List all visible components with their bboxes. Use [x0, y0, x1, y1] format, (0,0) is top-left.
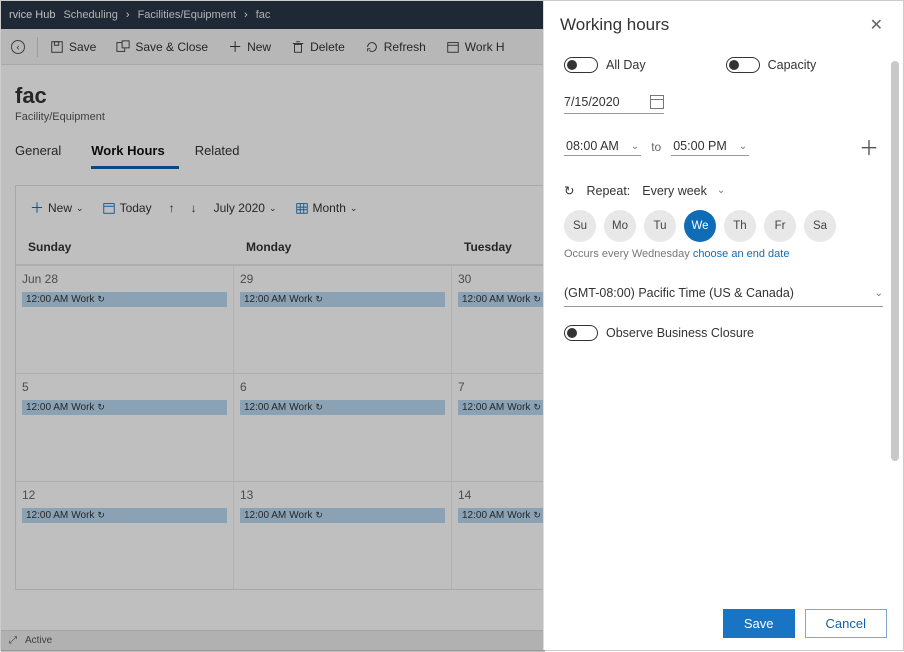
chevron-down-icon: ⌄: [350, 203, 358, 214]
day-fr[interactable]: Fr: [764, 210, 796, 242]
to-label: to: [651, 140, 661, 154]
choose-end-date-link[interactable]: choose an end date: [693, 248, 790, 260]
new-button[interactable]: ＋ New: [218, 37, 281, 57]
day-mo[interactable]: Mo: [604, 210, 636, 242]
to-time-input[interactable]: 05:00 PM ⌄: [671, 137, 749, 156]
chevron-down-icon: ⌄: [631, 141, 639, 152]
close-icon: ✕: [870, 17, 883, 34]
calendar-today-button[interactable]: Today: [94, 197, 160, 219]
tab-work-hours[interactable]: Work Hours: [91, 137, 178, 169]
work-event[interactable]: 12:00 AMWork↻: [240, 508, 445, 523]
working-hours-panel: Working hours ✕ All Day Capacity 7/15/20…: [543, 1, 903, 650]
panel-title: Working hours: [560, 15, 669, 35]
refresh-button[interactable]: Refresh: [355, 40, 436, 54]
calendar-new-button[interactable]: ＋ New ⌄: [22, 194, 92, 222]
repeat-icon: ↻: [97, 402, 105, 413]
panel-save-button[interactable]: Save: [723, 609, 795, 638]
tab-general[interactable]: General: [15, 137, 75, 169]
work-event[interactable]: 12:00 AMWork↻: [22, 508, 227, 523]
refresh-icon: [365, 40, 379, 54]
repeat-icon: ↻: [97, 294, 105, 305]
work-event[interactable]: 12:00 AMWork↻: [22, 400, 227, 415]
save-button[interactable]: Save: [40, 40, 106, 54]
calendar-cell[interactable]: 612:00 AMWork↻: [234, 373, 452, 481]
work-hours-button[interactable]: Work H: [436, 40, 515, 54]
toggle-switch-icon: [564, 57, 598, 73]
calendar-cell[interactable]: 512:00 AMWork↻: [16, 373, 234, 481]
calendar-icon: [446, 40, 460, 54]
breadcrumb-item[interactable]: Facilities/Equipment: [138, 9, 236, 21]
tab-related[interactable]: Related: [195, 137, 254, 169]
work-event[interactable]: 12:00 AMWork↻: [22, 292, 227, 307]
day-we[interactable]: We: [684, 210, 716, 242]
save-close-button[interactable]: Save & Close: [106, 40, 218, 54]
save-close-icon: [116, 40, 130, 54]
plus-icon: ＋: [228, 37, 242, 57]
calendar-cell[interactable]: 2912:00 AMWork↻: [234, 265, 452, 373]
breadcrumb-sep: ›: [244, 9, 248, 21]
repeat-dropdown[interactable]: Every week ⌄: [642, 184, 725, 198]
calendar-icon: [102, 201, 116, 215]
repeat-icon: ↻: [315, 510, 323, 521]
prev-month-arrow[interactable]: ↑: [162, 201, 182, 215]
calendar-cell[interactable]: Jun 2812:00 AMWork↻: [16, 265, 234, 373]
all-day-toggle[interactable]: All Day: [564, 57, 646, 73]
capacity-toggle[interactable]: Capacity: [726, 57, 817, 73]
status-bar: ⤢ Active: [1, 630, 545, 650]
day-su[interactable]: Su: [564, 210, 596, 242]
date-input[interactable]: 7/15/2020: [564, 91, 664, 114]
day-header: Monday: [234, 230, 452, 265]
repeat-days-group: Su Mo Tu We Th Fr Sa: [564, 210, 883, 242]
month-picker[interactable]: July 2020 ⌄: [206, 197, 285, 219]
repeat-icon: ↻: [315, 294, 323, 305]
save-icon: [50, 40, 64, 54]
trash-icon: [291, 40, 305, 54]
back-icon: ‹: [11, 40, 25, 54]
chevron-down-icon: ⌄: [269, 203, 277, 214]
plus-icon: ＋: [859, 138, 879, 160]
expand-icon[interactable]: ⤢: [9, 635, 17, 646]
view-picker[interactable]: Month ⌄: [287, 197, 366, 219]
breadcrumb-sep: ›: [126, 9, 130, 21]
delete-button[interactable]: Delete: [281, 40, 355, 54]
month-view-icon: [295, 201, 309, 215]
toggle-switch-icon: [726, 57, 760, 73]
occurs-summary: Occurs every Wednesday choose an end dat…: [564, 248, 883, 260]
calendar-cell[interactable]: 1212:00 AMWork↻: [16, 481, 234, 589]
calendar-cell[interactable]: 1312:00 AMWork↻: [234, 481, 452, 589]
breadcrumb-item[interactable]: fac: [256, 9, 271, 21]
from-time-input[interactable]: 08:00 AM ⌄: [564, 137, 641, 156]
next-month-arrow[interactable]: ↓: [184, 201, 204, 215]
toggle-switch-icon: [564, 325, 598, 341]
day-th[interactable]: Th: [724, 210, 756, 242]
repeat-icon: ↻: [315, 402, 323, 413]
day-header: Sunday: [16, 230, 234, 265]
work-event[interactable]: 12:00 AMWork↻: [240, 292, 445, 307]
scrollbar-thumb[interactable]: [891, 61, 899, 461]
plus-icon: ＋: [30, 198, 44, 218]
repeat-icon: ↻: [533, 294, 541, 305]
calendar-icon: [650, 95, 664, 109]
add-time-slot-button[interactable]: ＋: [855, 132, 883, 161]
record-status: Active: [25, 635, 52, 646]
timezone-dropdown[interactable]: (GMT-08:00) Pacific Time (US & Canada) ⌄: [564, 280, 883, 307]
chevron-down-icon: ⌄: [739, 141, 747, 152]
back-button[interactable]: ‹: [1, 40, 35, 54]
observe-closure-toggle[interactable]: Observe Business Closure: [564, 325, 754, 341]
app-label: rvice Hub: [9, 9, 55, 21]
panel-cancel-button[interactable]: Cancel: [805, 609, 887, 638]
day-tu[interactable]: Tu: [644, 210, 676, 242]
breadcrumb-item[interactable]: Scheduling: [63, 9, 117, 21]
repeat-icon: ↻: [533, 402, 541, 413]
repeat-icon: ↻: [533, 510, 541, 521]
chevron-down-icon: ⌄: [76, 203, 84, 214]
repeat-label: Repeat:: [586, 184, 630, 198]
day-sa[interactable]: Sa: [804, 210, 836, 242]
chevron-down-icon: ⌄: [875, 288, 883, 299]
work-event[interactable]: 12:00 AMWork↻: [240, 400, 445, 415]
repeat-icon: ↻: [97, 510, 105, 521]
chevron-down-icon: ⌄: [717, 185, 725, 196]
repeat-icon: ↻: [564, 183, 574, 198]
close-button[interactable]: ✕: [866, 15, 887, 35]
